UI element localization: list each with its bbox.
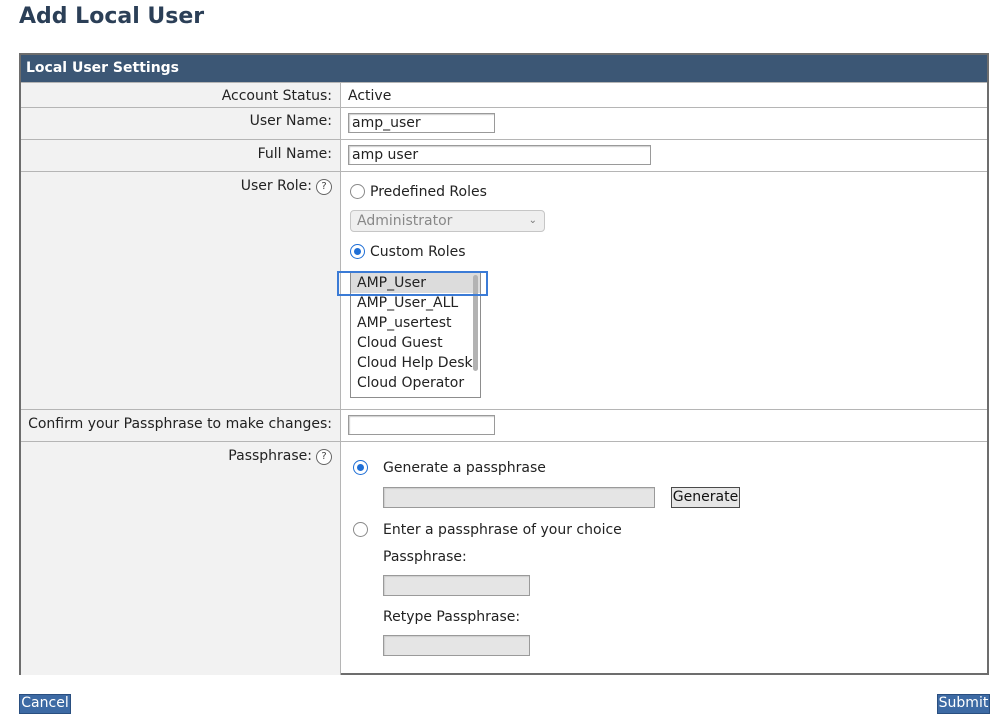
cancel-button[interactable]: Cancel [19,694,71,714]
full-name-label: Full Name: [257,146,332,162]
help-icon[interactable]: ? [316,179,332,195]
generate-passphrase-label: Generate a passphrase [383,460,546,476]
generate-passphrase-radio[interactable] [353,460,368,475]
custom-roles-label: Custom Roles [370,244,466,260]
user-name-row: User Name: amp_user [21,107,987,139]
custom-roles-radio[interactable] [350,244,365,259]
user-name-input[interactable]: amp_user [348,113,495,133]
account-status-row: Account Status: Active [21,82,987,107]
predefined-roles-select-value: Administrator [357,213,453,229]
confirm-passphrase-input[interactable] [348,415,495,435]
user-role-row: User Role:? Predefined Roles Administrat… [21,171,987,409]
list-item-cloud-help-desk[interactable]: Cloud Help Desk [351,353,480,373]
user-name-label: User Name: [249,113,332,129]
list-item-cloud-operator[interactable]: Cloud Operator [351,373,480,393]
chevron-down-icon: ⌄ [528,215,537,226]
passphrase-label: Passphrase: [228,448,312,464]
selection-highlight-box [337,271,488,296]
generate-button[interactable]: Generate [671,487,740,508]
full-name-input[interactable]: amp user [348,145,651,165]
full-name-row: Full Name: amp user [21,139,987,171]
choose-passphrase-label: Enter a passphrase of your choice [383,522,622,538]
submit-button[interactable]: Submit [937,694,990,714]
account-status-value: Active [348,88,392,104]
panel-header: Local User Settings [21,55,987,82]
generated-passphrase-field [383,487,655,508]
page-title: Add Local User [19,4,205,29]
account-status-label: Account Status: [221,88,332,104]
predefined-roles-label: Predefined Roles [370,184,487,200]
passphrase-row: Passphrase:? Generate a passphrase Gener… [21,441,987,675]
predefined-roles-select[interactable]: Administrator ⌄ [350,210,545,232]
predefined-roles-radio[interactable] [350,184,365,199]
new-passphrase-input[interactable] [383,575,530,596]
choose-passphrase-radio[interactable] [353,522,368,537]
retype-passphrase-label: Retype Passphrase: [383,609,521,625]
retype-passphrase-input[interactable] [383,635,530,656]
list-item-amp-usertest[interactable]: AMP_usertest [351,313,480,333]
confirm-passphrase-label: Confirm your Passphrase to make changes: [28,416,332,432]
local-user-settings-panel: Local User Settings Account Status: Acti… [19,53,989,675]
help-icon[interactable]: ? [316,449,332,465]
user-role-label: User Role: [240,178,312,194]
list-item-amp-user-all[interactable]: AMP_User_ALL [351,293,480,313]
list-item-cloud-guest[interactable]: Cloud Guest [351,333,480,353]
new-passphrase-label: Passphrase: [383,549,467,565]
confirm-passphrase-row: Confirm your Passphrase to make changes: [21,409,987,441]
